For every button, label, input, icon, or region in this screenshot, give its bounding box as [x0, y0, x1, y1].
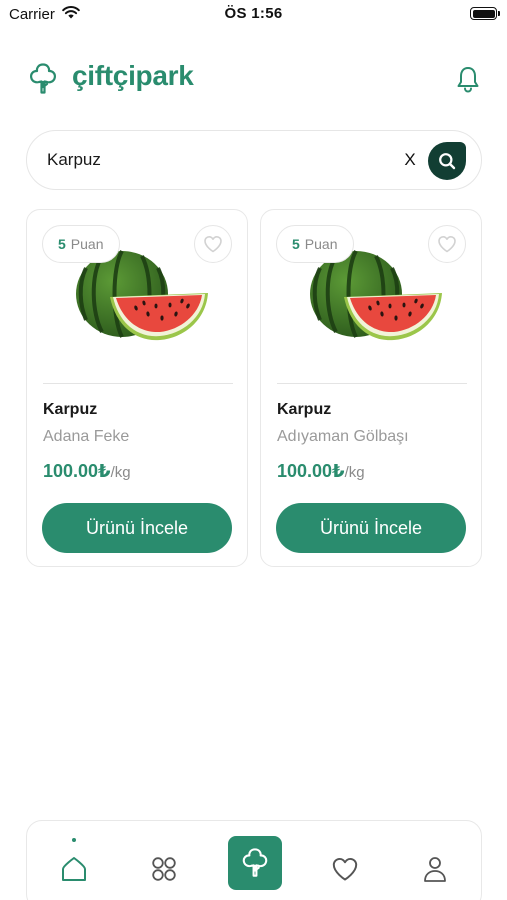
points-value: 5 — [58, 236, 66, 252]
points-value: 5 — [292, 236, 300, 252]
search-bar: X — [26, 130, 482, 190]
price-value: 100.00₺ — [43, 461, 111, 481]
search-input[interactable] — [47, 131, 387, 189]
points-label: Puan — [70, 236, 104, 252]
watermelon-image — [310, 249, 442, 341]
product-name: Karpuz — [277, 401, 332, 418]
nav-categories[interactable] — [136, 841, 192, 897]
watermelon-image — [76, 249, 208, 341]
nav-home[interactable] — [46, 841, 102, 897]
tree-icon — [242, 848, 268, 877]
app-header: çiftçipark — [0, 55, 507, 105]
price-unit: /kg — [110, 464, 131, 481]
product-card[interactable]: 5 Puan — [260, 209, 482, 567]
tree-icon — [29, 63, 57, 94]
status-bar: Carrier ÖS 1:56 — [0, 0, 507, 30]
points-label: Puan — [304, 236, 338, 252]
favorite-button[interactable] — [194, 225, 232, 263]
nav-profile[interactable] — [407, 841, 463, 897]
heart-outline-icon — [438, 236, 456, 253]
bell-icon[interactable] — [455, 65, 481, 93]
brand-name: çiftçipark — [72, 60, 194, 91]
product-card[interactable]: 5 Puan — [26, 209, 248, 567]
product-origin: Adana Feke — [43, 428, 130, 445]
categories-icon — [152, 857, 176, 881]
nav-featured[interactable] — [228, 836, 282, 890]
home-icon — [62, 857, 86, 881]
price-unit: /kg — [344, 464, 365, 481]
profile-icon — [424, 857, 446, 882]
bottom-nav — [26, 820, 482, 900]
heart-icon — [332, 857, 358, 881]
search-button[interactable] — [428, 142, 466, 180]
view-product-button[interactable]: Ürünü İncele — [42, 503, 232, 553]
points-badge: 5 Puan — [276, 225, 354, 263]
search-icon — [439, 153, 456, 170]
favorite-button[interactable] — [428, 225, 466, 263]
clear-search-button[interactable]: X — [400, 148, 420, 172]
clock: ÖS 1:56 — [224, 5, 283, 22]
battery-icon — [470, 7, 500, 20]
product-name: Karpuz — [43, 401, 98, 418]
product-origin: Adıyaman Gölbaşı — [277, 428, 409, 445]
nav-favorites[interactable] — [317, 841, 373, 897]
heart-outline-icon — [204, 236, 222, 253]
points-badge: 5 Puan — [42, 225, 120, 263]
view-product-button[interactable]: Ürünü İncele — [276, 503, 466, 553]
price-value: 100.00₺ — [277, 461, 345, 481]
product-price: 100.00₺/kg — [43, 461, 131, 482]
product-price: 100.00₺/kg — [277, 461, 365, 482]
divider — [277, 383, 467, 384]
divider — [43, 383, 233, 384]
